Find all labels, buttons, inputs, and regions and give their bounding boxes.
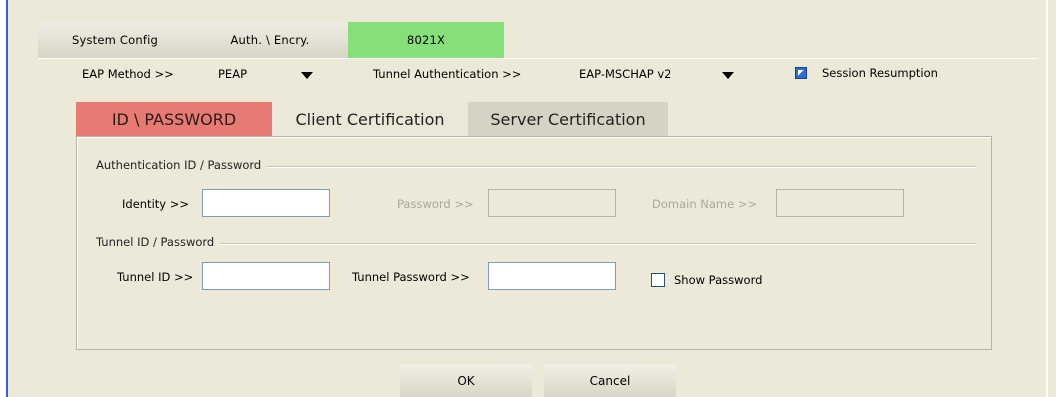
eap-method-label: EAP Method >>: [82, 67, 174, 81]
ok-button-label: OK: [457, 373, 475, 388]
tab-server-certification-label: Server Certification: [490, 109, 646, 129]
tab-server-certification[interactable]: Server Certification: [468, 102, 668, 136]
show-password-checkbox[interactable]: [651, 273, 665, 287]
session-resumption-label: Session Resumption: [822, 66, 938, 80]
tab-id-password-label: ID \ PASSWORD: [111, 109, 237, 129]
tunnel-id-input[interactable]: [202, 262, 330, 290]
domain-name-input: [776, 189, 904, 217]
tunnel-auth-value: EAP-MSCHAP v2: [579, 67, 672, 81]
tunnel-auth-label: Tunnel Authentication >>: [373, 67, 522, 81]
window-right-border: [1046, 0, 1048, 397]
tunnel-id-label: Tunnel ID >>: [117, 270, 194, 284]
tab-client-certification[interactable]: Client Certification: [272, 102, 468, 136]
tab-id-password[interactable]: ID \ PASSWORD: [76, 102, 272, 136]
password-input: [488, 189, 616, 217]
eap-method-dropdown-arrow-icon[interactable]: [301, 72, 313, 79]
password-label: Password >>: [397, 197, 474, 211]
identity-input[interactable]: [202, 189, 330, 217]
window-left-border: [0, 0, 8, 397]
tab-8021x-label: 8021X: [406, 33, 446, 47]
tunnel-auth-dropdown-arrow-icon[interactable]: [722, 72, 734, 79]
tab-system-config[interactable]: System Config: [38, 22, 192, 58]
cancel-button[interactable]: Cancel: [544, 364, 676, 397]
tab-8021x[interactable]: 8021X: [348, 22, 504, 58]
tab-system-config-label: System Config: [71, 33, 159, 47]
tunnel-password-label: Tunnel Password >>: [352, 270, 470, 284]
show-password-label: Show Password: [674, 273, 763, 287]
tab-auth-encry-label: Auth. \ Encry.: [230, 33, 310, 47]
tab-client-certification-label: Client Certification: [295, 109, 445, 129]
identity-label: Identity >>: [122, 197, 190, 211]
tunnel-group-title: Tunnel ID / Password: [96, 235, 221, 249]
tab-auth-encry[interactable]: Auth. \ Encry.: [192, 22, 348, 58]
session-resumption-checkbox[interactable]: [795, 67, 807, 79]
tunnel-password-input[interactable]: [488, 262, 616, 290]
tab-baseline: [38, 58, 1038, 59]
eap-method-dropdown[interactable]: PEAP: [215, 60, 335, 88]
eap-method-value: PEAP: [218, 67, 248, 81]
domain-name-label: Domain Name >>: [652, 197, 758, 211]
cancel-button-label: Cancel: [589, 373, 631, 388]
tunnel-auth-dropdown[interactable]: EAP-MSCHAP v2: [576, 60, 756, 88]
ok-button[interactable]: OK: [400, 364, 532, 397]
tunnel-group-divider: [96, 243, 976, 245]
auth-group-title: Authentication ID / Password: [96, 158, 268, 172]
